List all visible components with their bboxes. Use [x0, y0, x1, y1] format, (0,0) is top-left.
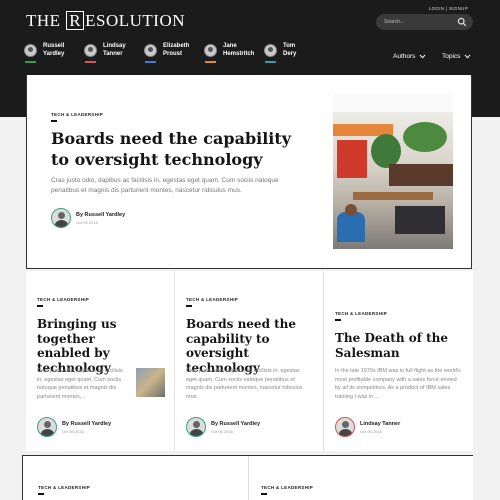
featured-excerpt: Cras justo odio, dapibus ac facilisis in… [51, 177, 279, 194]
chevron-down-icon [420, 54, 426, 59]
article-card[interactable]: TECH & LEADERSHIP Bringing us together e… [26, 271, 175, 451]
byline[interactable]: Lindsay Tanner Oct 05 2016 [335, 417, 400, 437]
topics-menu[interactable]: Topics [442, 53, 471, 60]
category-dash [186, 305, 192, 307]
article-grid: TECH & LEADERSHIP Bringing us together e… [26, 271, 473, 451]
auth-links: LOGIN | SIGNUP [428, 6, 468, 11]
avatar [186, 417, 206, 437]
authors-menu[interactable]: Authors [393, 53, 426, 60]
author-color-bar [205, 61, 216, 63]
category-dash [37, 305, 43, 307]
avatar [264, 44, 277, 57]
avatar [335, 417, 355, 437]
nav-author-jane-hemstritch[interactable]: Jane Hemstritch [204, 43, 264, 63]
nav-author-tom-dery[interactable]: Tom Dery [264, 43, 324, 63]
publish-date: Oct 05 2016 [360, 428, 382, 434]
category-label[interactable]: TECH & LEADERSHIP [335, 311, 387, 316]
category-dash [51, 120, 57, 122]
byline[interactable]: By Russell Yardley Oct 05 2016 [51, 208, 125, 228]
category-label[interactable]: TECH & LEADERSHIP [38, 485, 90, 490]
category-dash [38, 493, 44, 495]
site-logo[interactable]: THE R ESOLUTION [26, 11, 185, 31]
avatar [51, 208, 71, 228]
author-color-bar [85, 61, 96, 63]
featured-title[interactable]: Boards need the capability to oversight … [51, 128, 301, 170]
featured-image[interactable] [333, 94, 453, 249]
column-divider [248, 456, 249, 500]
avatar [84, 44, 97, 57]
nav-author-lindsay-tanner[interactable]: Lindsay Tanner [84, 43, 144, 63]
featured-article[interactable]: TECH & LEADERSHIP Boards need the capabi… [26, 75, 472, 269]
search-box [376, 14, 473, 30]
login-link[interactable]: LOGIN [429, 6, 445, 11]
byline[interactable]: By Russell Yardley Oct 05 2016 [186, 417, 260, 437]
author-nav: Russell Yardley Lindsay Tanner Elizabeth Pr… [24, 43, 324, 63]
category-label[interactable]: TECH & LEADERSHIP [186, 297, 238, 302]
article-grid-bottom: TECH & LEADERSHIP TECH & LEADERSHIP [22, 455, 473, 500]
article-thumbnail[interactable] [136, 368, 165, 397]
author-color-bar [265, 61, 276, 63]
category-label[interactable]: TECH & LEADERSHIP [37, 297, 89, 302]
article-card[interactable]: TECH & LEADERSHIP The Death of the Sales… [324, 271, 473, 451]
author-color-bar [145, 61, 156, 63]
category-label[interactable]: TECH & LEADERSHIP [51, 112, 103, 117]
avatar [37, 417, 57, 437]
nav-author-elizabeth-proust[interactable]: Elizabeth Proust [144, 43, 204, 63]
article-excerpt: Cras justo odio, dapibus ac facilisis in… [186, 368, 303, 400]
article-title[interactable]: The Death of the Salesman [335, 331, 465, 360]
signup-link[interactable]: SIGNUP [449, 6, 468, 11]
article-excerpt: Cras justo odio, dapibus ac facilisis in… [37, 368, 123, 400]
publish-date: Oct 05 2016 [211, 428, 233, 434]
author-name: By Russell Yardley [76, 211, 126, 218]
author-color-bar [25, 61, 36, 63]
nav-author-russell-yardley[interactable]: Russell Yardley [24, 43, 84, 63]
author-name: Lindsay Tanner [360, 420, 401, 427]
publish-date: Oct 05 2016 [62, 428, 84, 434]
article-excerpt: In the late 1970s IBM was in full flight… [335, 368, 461, 400]
search-icon[interactable] [457, 17, 467, 27]
search-input[interactable] [384, 17, 454, 27]
avatar [144, 44, 157, 57]
publish-date: Oct 05 2016 [76, 219, 98, 225]
author-name: By Russell Yardley [211, 420, 261, 427]
category-label[interactable]: TECH & LEADERSHIP [261, 485, 313, 490]
category-dash [261, 493, 267, 495]
category-dash [335, 319, 341, 321]
avatar [204, 44, 217, 57]
author-name: By Russell Yardley [62, 420, 112, 427]
byline[interactable]: By Russell Yardley Oct 05 2016 [37, 417, 111, 437]
chevron-down-icon [465, 54, 471, 59]
article-card[interactable]: TECH & LEADERSHIP Boards need the capabi… [175, 271, 324, 451]
avatar [24, 44, 37, 57]
